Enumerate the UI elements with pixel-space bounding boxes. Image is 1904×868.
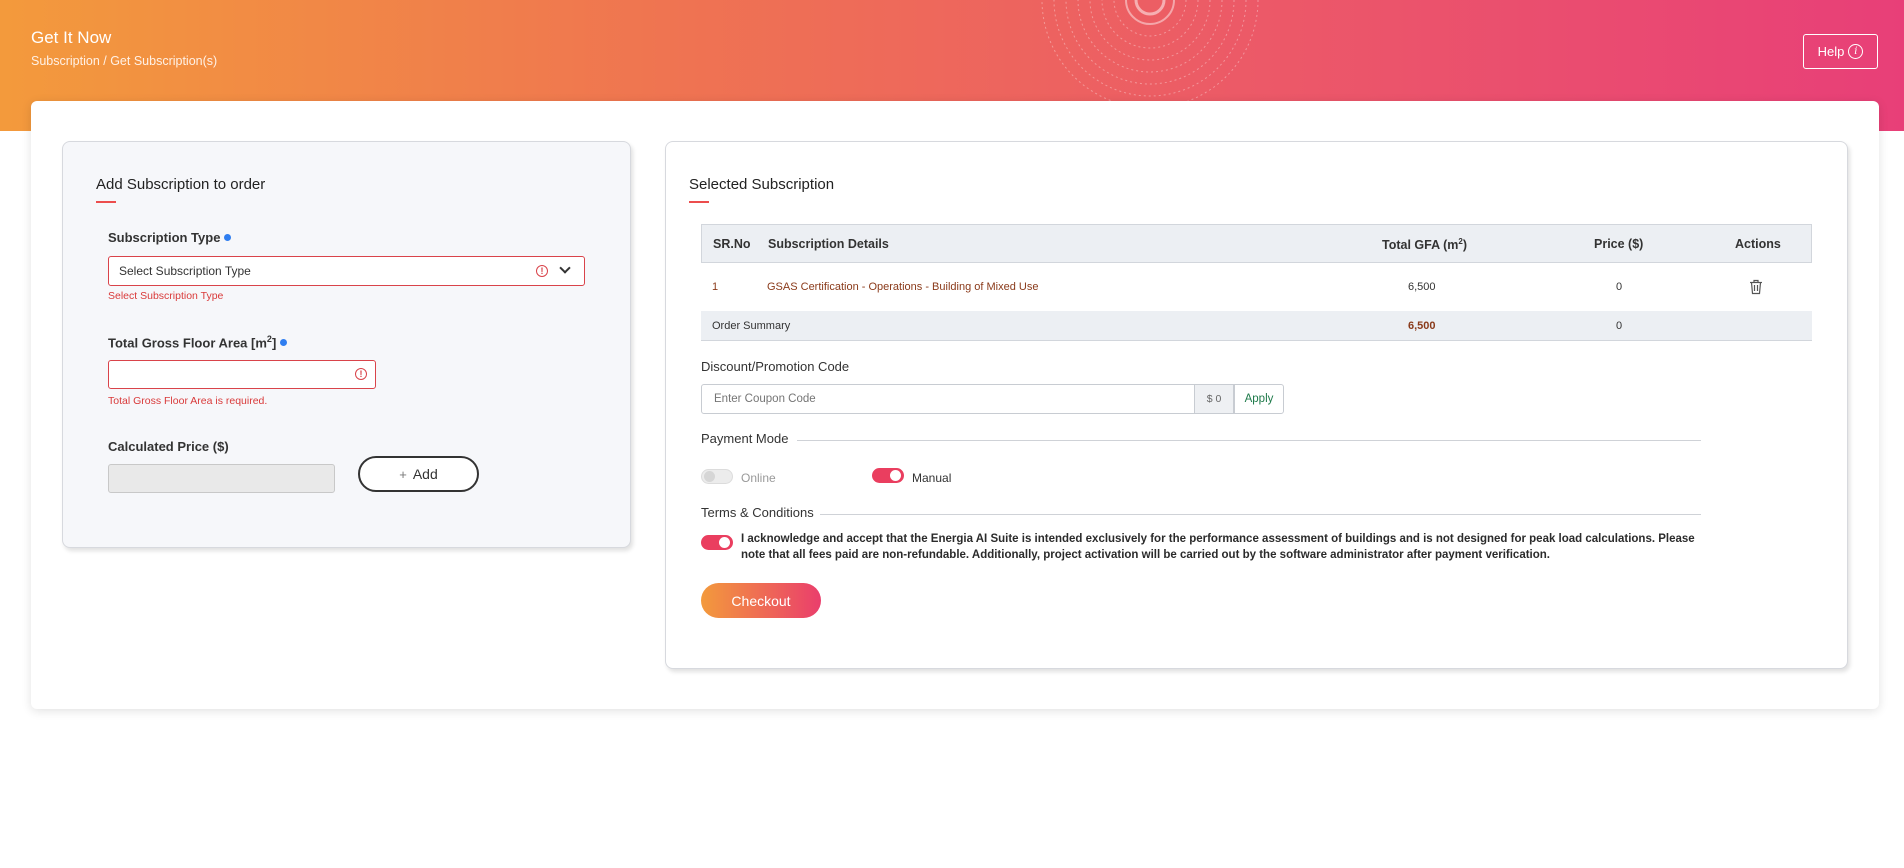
subscription-type-label: Subscription Type [108, 230, 232, 245]
subscription-type-value: Select Subscription Type [119, 264, 251, 278]
section-divider [797, 440, 1701, 441]
manual-label: Manual [912, 471, 952, 485]
info-dot-icon[interactable] [224, 234, 232, 241]
error-icon: ! [536, 265, 548, 277]
trash-icon[interactable] [1749, 279, 1763, 295]
help-button[interactable]: Help i [1803, 34, 1878, 69]
add-button[interactable]: + Add [358, 456, 479, 492]
gfa-error: Total Gross Floor Area is required. [108, 395, 268, 407]
row-details: GSAS Certification - Operations - Buildi… [767, 281, 1039, 293]
title-underline [689, 201, 709, 203]
error-icon: ! [355, 368, 367, 380]
plus-icon: + [399, 466, 407, 482]
help-label: Help [1817, 44, 1845, 59]
chevron-down-icon[interactable] [559, 262, 571, 274]
decorative-rings [1041, 0, 1259, 109]
manual-toggle[interactable] [872, 468, 904, 483]
title-underline [96, 201, 116, 203]
selected-subscription-title: Selected Subscription [689, 176, 835, 193]
online-toggle[interactable] [701, 469, 733, 484]
info-icon: i [1848, 44, 1864, 59]
order-summary-price: 0 [1616, 320, 1623, 332]
subscription-type-error: Select Subscription Type [108, 290, 224, 302]
terms-label: Terms & Conditions [701, 505, 814, 520]
order-summary-gfa: 6,500 [1408, 320, 1436, 332]
section-divider [820, 514, 1701, 515]
row-price: 0 [1616, 281, 1623, 293]
page-title: Get It Now [31, 28, 112, 47]
order-summary-row: Order Summary 6,500 0 [701, 311, 1812, 341]
terms-text: I acknowledge and accept that the Energi… [741, 533, 1695, 561]
discount-value: $ 0 [1195, 384, 1234, 414]
col-actions: Actions [1735, 237, 1781, 251]
terms-toggle[interactable] [701, 535, 733, 550]
col-sr-no: SR.No [713, 237, 751, 251]
info-dot-icon[interactable] [280, 338, 288, 346]
checkout-button[interactable]: Checkout [701, 583, 821, 618]
discount-label: Discount/Promotion Code [701, 359, 850, 374]
table-header: SR.No Subscription Details Total GFA (m2… [701, 224, 1812, 263]
subscription-type-select[interactable]: Select Subscription Type ! [108, 256, 585, 286]
online-label: Online [741, 471, 776, 485]
calculated-price-input [108, 464, 335, 493]
apply-button[interactable]: Apply [1234, 384, 1284, 414]
col-gfa: Total GFA (m2) [1382, 237, 1468, 253]
col-price: Price ($) [1594, 237, 1644, 251]
gfa-label: Total Gross Floor Area [m2] [108, 334, 288, 350]
row-sr-no: 1 [712, 281, 719, 293]
payment-mode-label: Payment Mode [701, 431, 789, 446]
gfa-input[interactable]: ! [108, 360, 376, 389]
order-summary-label: Order Summary [712, 320, 791, 332]
calculated-price-label: Calculated Price ($) [108, 439, 229, 454]
row-gfa: 6,500 [1408, 281, 1436, 293]
col-details: Subscription Details [768, 237, 889, 251]
coupon-input[interactable] [701, 384, 1195, 414]
add-subscription-title: Add Subscription to order [96, 176, 266, 193]
breadcrumb[interactable]: Subscription / Get Subscription(s) [31, 54, 217, 68]
